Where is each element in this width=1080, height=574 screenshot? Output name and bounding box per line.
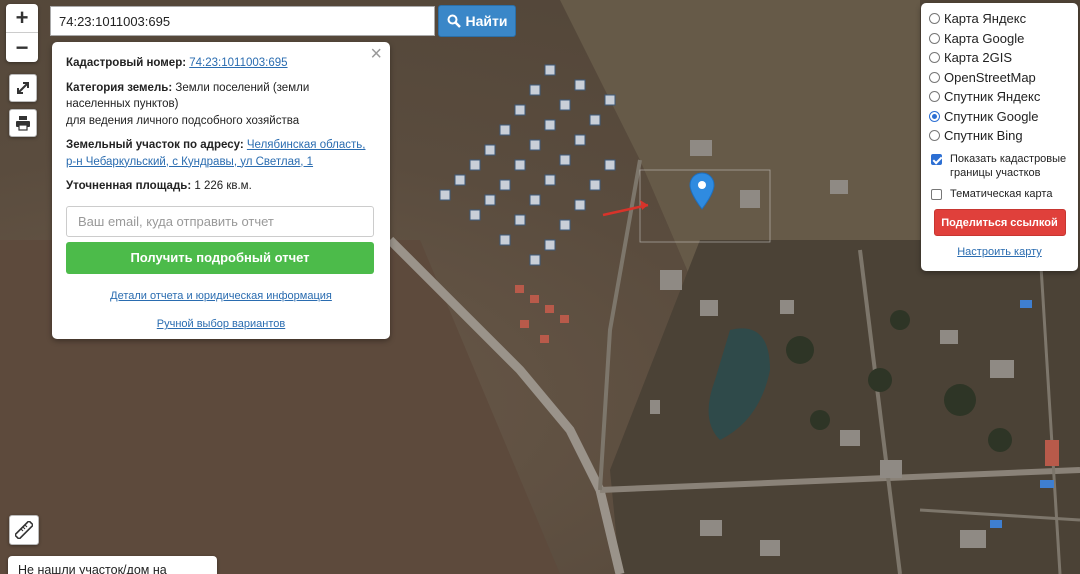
location-pin-icon[interactable]	[689, 172, 715, 210]
address-label: Земельный участок по адресу:	[66, 139, 244, 151]
layer-option-label: Карта Яндекс	[944, 11, 1027, 27]
cadastral-search-input[interactable]	[50, 6, 435, 36]
show-cadastral-checkbox[interactable]	[931, 153, 942, 165]
area-value: 1 226 кв.м.	[194, 180, 252, 192]
layer-radio[interactable]	[929, 13, 940, 25]
layer-option[interactable]: Спутник Google	[929, 107, 1070, 127]
thematic-map-checkbox[interactable]	[931, 188, 942, 200]
land-category-label: Категория земель:	[66, 81, 173, 94]
layer-option[interactable]: Карта 2GIS	[929, 48, 1070, 68]
search-icon	[447, 14, 461, 28]
area-row: Уточненная площадь: 1 226 кв.м.	[66, 178, 376, 195]
zoom-in-button[interactable]: +	[6, 4, 38, 33]
layer-option[interactable]: Карта Google	[929, 29, 1070, 49]
address-row: Земельный участок по адресу: Челябинская…	[66, 137, 376, 170]
fullscreen-button[interactable]	[9, 74, 37, 102]
search-button[interactable]: Найти	[438, 5, 516, 37]
layer-option-label: Спутник Bing	[944, 128, 1023, 144]
configure-map-link[interactable]: Настроить карту	[957, 246, 1042, 258]
layer-radio[interactable]	[929, 130, 940, 142]
print-button[interactable]	[9, 109, 37, 137]
layer-option-label: Карта 2GIS	[944, 50, 1013, 66]
show-cadastral-toggle[interactable]: Показать кадастровые границы участков	[929, 152, 1070, 181]
layer-option[interactable]: Карта Яндекс	[929, 9, 1070, 29]
not-found-button[interactable]: Не нашли участок/дом на карте?	[8, 556, 217, 574]
ruler-icon	[15, 521, 33, 539]
layer-radio[interactable]	[929, 32, 940, 44]
cadastral-number-link[interactable]: 74:23:1011003:695	[189, 57, 287, 69]
report-details-link[interactable]: Детали отчета и юридическая информация	[110, 290, 332, 302]
printer-icon	[16, 116, 30, 131]
get-report-button[interactable]: Получить подробный отчет	[66, 241, 374, 274]
ruler-button[interactable]	[9, 515, 39, 545]
layer-option-label: Карта Google	[944, 30, 1025, 46]
layer-option[interactable]: Спутник Bing	[929, 126, 1070, 146]
zoom-out-button[interactable]: −	[6, 33, 38, 62]
cadastral-number-label: Кадастровый номер:	[66, 57, 187, 69]
map-layers-panel: Карта Яндекс Карта Google Карта 2GIS OpenSt…	[921, 3, 1078, 271]
layer-option[interactable]: OpenStreetMap	[929, 68, 1070, 88]
cadastral-number-row: Кадастровый номер: 74:23:1011003:695	[66, 55, 376, 72]
area-label: Уточненная площадь:	[66, 180, 192, 192]
zoom-control: + −	[6, 4, 38, 62]
layer-option-label: Спутник Google	[944, 108, 1039, 124]
layer-radio[interactable]	[929, 71, 940, 83]
layer-option-label: OpenStreetMap	[944, 69, 1036, 85]
layer-radio[interactable]	[929, 91, 940, 103]
show-cadastral-label: Показать кадастровые границы участков	[950, 152, 1067, 180]
layer-radio[interactable]	[929, 52, 940, 64]
layer-radio[interactable]	[929, 110, 940, 122]
expand-icon	[17, 82, 29, 94]
layer-option-label: Спутник Яндекс	[944, 89, 1041, 105]
land-category-row: Категория земель: Земли поселений (земли…	[66, 80, 376, 130]
email-field[interactable]	[66, 205, 374, 237]
search-button-label: Найти	[465, 13, 508, 29]
thematic-map-label: Тематическая карта	[950, 187, 1053, 200]
close-icon[interactable]: ×	[370, 44, 382, 63]
share-link-button[interactable]: Поделиться ссылкой	[933, 209, 1066, 236]
land-usage-value: для ведения личного подсобного хозяйства	[66, 114, 300, 127]
thematic-map-toggle[interactable]: Тематическая карта	[929, 187, 1070, 202]
manual-selection-link[interactable]: Ручной выбор вариантов	[157, 318, 285, 330]
layer-option[interactable]: Спутник Яндекс	[929, 87, 1070, 107]
parcel-info-panel: × Кадастровый номер: 74:23:1011003:695 К…	[52, 42, 390, 339]
